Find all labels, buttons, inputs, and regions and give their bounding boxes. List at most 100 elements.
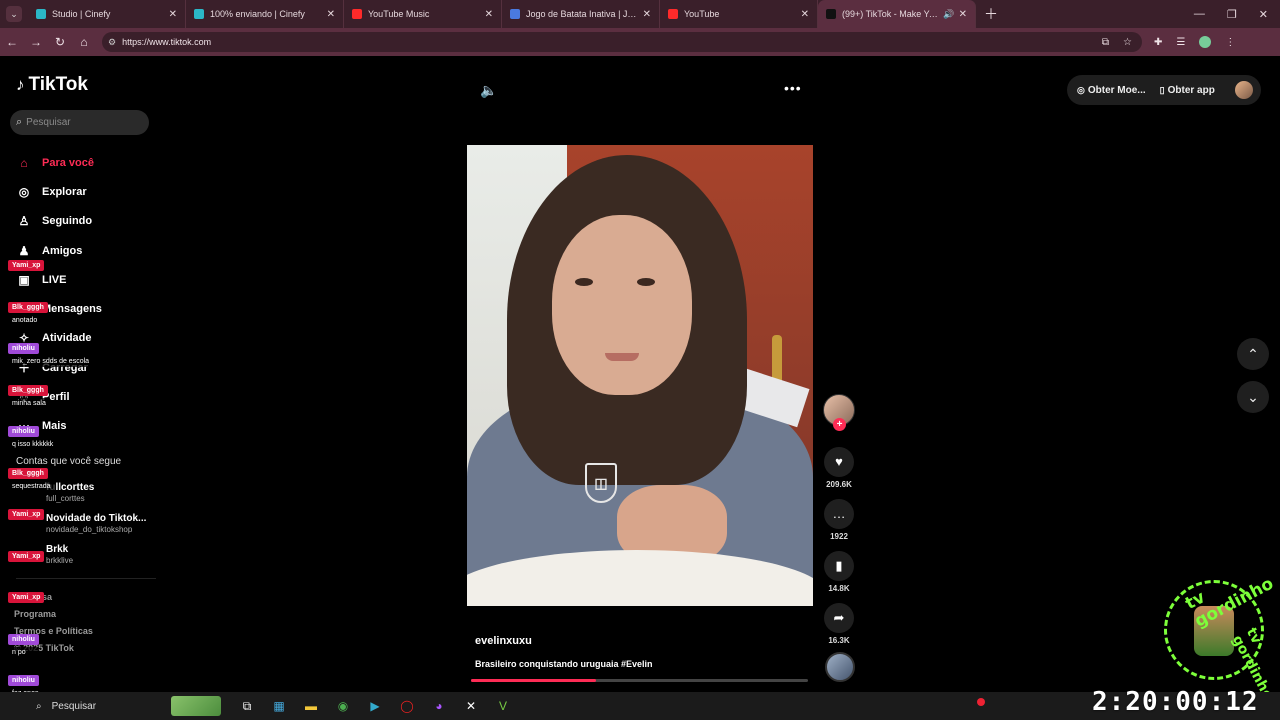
chat-message: Blk_gggh sequestrada — [8, 467, 55, 492]
reload-icon[interactable]: ↻ — [48, 35, 72, 49]
tab-close-icon[interactable]: ✕ — [327, 9, 335, 20]
comment-count: 1922 — [830, 532, 848, 541]
sidebar-item-label: Seguindo — [42, 215, 93, 228]
browser-tab-bar: ⌄ Studio | Cinefy ✕ 100% enviando | Cinefy… — [0, 0, 1280, 28]
home-browser-icon[interactable]: ⌂ — [72, 35, 96, 49]
install-app-icon[interactable]: ⧉ — [1102, 37, 1109, 48]
user-avatar[interactable] — [1235, 81, 1253, 99]
opera-icon[interactable]: ◯ — [396, 696, 418, 716]
chat-message: niholiu mik_zero sdds de escola — [8, 343, 94, 367]
file-explorer-icon[interactable]: ▬ — [300, 696, 322, 716]
minimize-icon[interactable]: — — [1194, 8, 1205, 20]
save-action[interactable]: ▮ 14.8K — [824, 551, 854, 593]
share-icon[interactable]: ➦ — [824, 603, 854, 633]
chat-username: Yami_xp — [8, 550, 45, 562]
close-window-icon[interactable]: ✕ — [1259, 8, 1268, 21]
taskbar-search-icon: ⌕ — [36, 700, 42, 712]
tab-favicon-icon — [826, 9, 836, 19]
browser-menu-icon[interactable]: ⋮ — [1225, 37, 1235, 48]
browser-tab[interactable]: (99+) TikTok - Make Your Day🔊 ✕ — [818, 0, 976, 28]
tab-search-menu-button[interactable]: ⌄ — [6, 6, 22, 22]
get-coins-button[interactable]: ◎ Obter Moe... — [1077, 85, 1146, 96]
profile-avatar-icon[interactable] — [1199, 36, 1212, 48]
chat-text: q isso kkkkkk — [8, 439, 58, 450]
tab-close-icon[interactable]: ✕ — [485, 9, 493, 20]
video-username[interactable]: evelinxuxu — [475, 635, 532, 647]
comment-icon[interactable]: … — [824, 499, 854, 529]
sidebar-item-explorar[interactable]: ◎ Explorar — [16, 177, 156, 206]
store-icon[interactable]: ▦ — [268, 696, 290, 716]
share-count: 16.3K — [828, 636, 850, 645]
save-count: 14.8K — [828, 584, 850, 593]
back-icon[interactable]: ← — [0, 35, 24, 49]
video-progress-bar[interactable] — [471, 679, 808, 682]
taskbar-widget[interactable] — [171, 696, 221, 716]
tab-close-icon[interactable]: ✕ — [959, 9, 967, 20]
next-video-button[interactable]: ⌄ — [1237, 381, 1269, 413]
tab-close-icon[interactable]: ✕ — [169, 9, 177, 20]
tab-title: (99+) TikTok - Make Your Day — [842, 9, 941, 19]
sidebar-item-seguindo[interactable]: ♙ Seguindo — [16, 207, 156, 236]
like-count: 209.6K — [826, 480, 852, 489]
follow-plus-icon[interactable]: + — [833, 418, 846, 431]
vegas-icon[interactable]: V — [492, 696, 514, 716]
chat-username: niholiu — [8, 343, 39, 354]
chat-username: niholiu — [8, 675, 39, 686]
chat-username: niholiu — [8, 426, 39, 437]
footer-link[interactable]: Programa — [14, 609, 56, 619]
comment-action[interactable]: … 1922 — [824, 499, 854, 541]
taskbar-search[interactable]: ⌕ Pesquisar — [36, 695, 171, 717]
site-info-icon[interactable]: ⚙ — [108, 37, 116, 48]
video-mouth — [605, 353, 639, 361]
more-options-icon[interactable]: ••• — [784, 80, 802, 96]
forward-icon[interactable]: → — [24, 35, 48, 49]
chat-username: Blk_gggh — [8, 384, 48, 396]
like-action[interactable]: ♥ 209.6K — [824, 447, 854, 489]
reading-list-icon[interactable]: ☰ — [1176, 37, 1185, 48]
bookmark-star-icon[interactable]: ☆ — [1123, 37, 1132, 48]
chat-message: Yami_xp — [8, 509, 45, 520]
app-icon[interactable]: ▶ — [364, 696, 386, 716]
tab-close-icon[interactable]: ✕ — [801, 9, 809, 20]
extensions-area: ✚ ☰ ⋮ — [1154, 36, 1235, 48]
video-player[interactable]: ◫ — [467, 145, 813, 606]
chrome-icon[interactable]: ◉ — [332, 696, 354, 716]
chat-message: Yami_xp — [8, 550, 45, 562]
video-description: Brasileiro conquistando uruguaia #Evelin — [475, 659, 653, 669]
search-input[interactable]: ⌕ Pesquisar — [10, 110, 149, 135]
maximize-icon[interactable]: ❐ — [1227, 8, 1237, 21]
chat-username: Yami_xp — [8, 260, 45, 271]
new-tab-button[interactable]: ＋ — [984, 4, 998, 24]
sidebar-item-label: Explorar — [42, 185, 87, 198]
browser-tab[interactable]: 100% enviando | Cinefy ✕ — [186, 0, 344, 28]
window-controls: — ❐ ✕ — [1194, 0, 1280, 28]
previous-video-button[interactable]: ⌃ — [1237, 338, 1269, 370]
capcut-icon[interactable]: ✕ — [460, 696, 482, 716]
following-handle: full_corttes — [46, 494, 85, 503]
browser-tab[interactable]: Studio | Cinefy ✕ — [28, 0, 186, 28]
share-action[interactable]: ➦ 16.3K — [824, 603, 854, 645]
bookmark-icon[interactable]: ▮ — [824, 551, 854, 581]
volume-icon[interactable]: 🔈 — [480, 82, 497, 99]
browser-tab[interactable]: YouTube ✕ — [660, 0, 818, 28]
tab-close-icon[interactable]: ✕ — [643, 9, 651, 20]
messenger-icon[interactable]: ◕ — [428, 696, 450, 716]
url-text: https://www.tiktok.com — [122, 37, 212, 47]
browser-tab[interactable]: YouTube Music ✕ — [344, 0, 502, 28]
url-field[interactable]: ⚙ https://www.tiktok.com ⧉ ☆ — [102, 32, 1142, 52]
video-shirt-crest: ◫ — [585, 463, 617, 503]
get-app-button[interactable]: ▯ Obter app — [1160, 85, 1215, 96]
browser-tab[interactable]: Jogo de Batata Inativa | Jogue : ✕ — [502, 0, 660, 28]
sidebar-item-para-voc-[interactable]: ⌂ Para você — [16, 148, 156, 177]
following-section-title: Contas que você segue — [16, 456, 122, 467]
tab-title: Jogo de Batata Inativa | Jogue : — [526, 9, 639, 19]
extensions-icon[interactable]: ✚ — [1154, 37, 1162, 48]
heart-icon[interactable]: ♥ — [824, 447, 854, 477]
tab-audio-icon[interactable]: 🔊 — [943, 9, 954, 20]
task-view-icon[interactable]: ⧉ — [236, 696, 258, 716]
chat-username: niholiu — [8, 633, 39, 645]
sidebar-item-label: Amigos — [42, 244, 83, 257]
tiktok-note-icon: ♪ — [16, 75, 25, 94]
tiktok-logo[interactable]: ♪ TikTok — [16, 74, 88, 96]
music-disc[interactable] — [825, 652, 855, 682]
